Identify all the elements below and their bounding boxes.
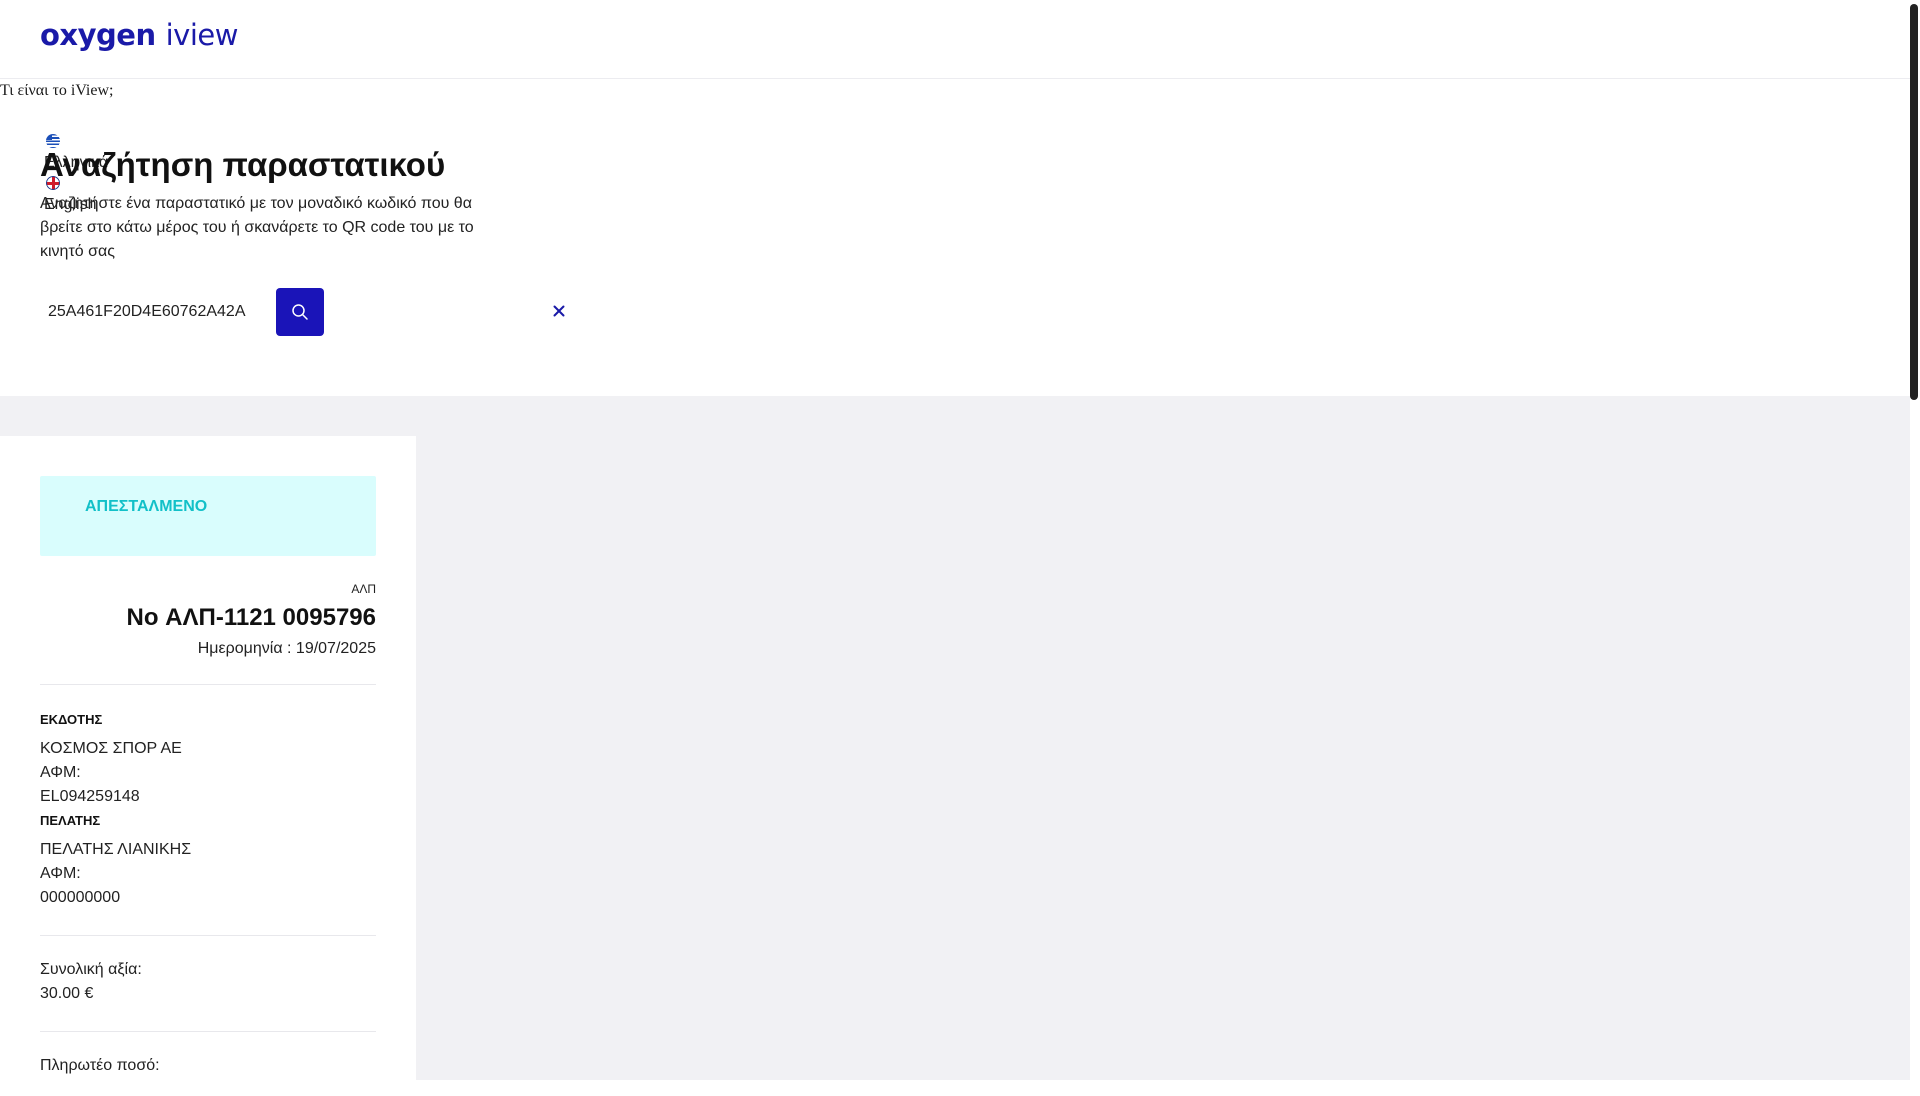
issuer-vat: EL094259148 <box>40 788 140 805</box>
divider <box>40 935 376 936</box>
customer-name: ΠΕΛΑΤΗΣ ΛΙΑΝΙΚΗΣ <box>40 841 192 858</box>
search-description: Αναζητήστε ένα παραστατικό με τον μοναδι… <box>40 195 474 260</box>
top-header: oxygen iview <box>0 0 1910 79</box>
search-icon <box>292 304 308 320</box>
oxygen-iview-logo[interactable]: oxygen iview <box>40 18 238 58</box>
status-text: ΑΠΕΣΤΑΛΜΕΝΟ <box>85 498 208 515</box>
logo-word-iview: iview <box>165 18 239 52</box>
total-value: 30.00 € <box>40 985 94 1002</box>
customer-label: ΠΕΛΑΤΗΣ <box>40 813 101 828</box>
clear-search-button[interactable] <box>548 300 570 322</box>
customer-vat: 000000000 <box>40 889 121 906</box>
issuer-name: ΚΟΣΜΟΣ ΣΠΟΡ ΑΕ <box>40 740 182 757</box>
divider <box>40 684 376 685</box>
total-label: Συνολική αξία: <box>40 961 142 978</box>
what-is-iview-link[interactable]: Τι είναι το iView; <box>0 82 113 100</box>
document-type: ΑΛΠ <box>351 582 376 596</box>
document-date: Ημερομηνία : 19/07/2025 <box>197 640 376 657</box>
issuer-vat-label: ΑΦΜ: <box>40 764 81 781</box>
search-button[interactable] <box>276 288 324 336</box>
scrollbar-thumb[interactable] <box>1910 4 1918 400</box>
customer-vat-label: ΑΦΜ: <box>40 865 81 882</box>
document-code-input[interactable] <box>40 288 270 336</box>
payable-label: Πληρωτέο ποσό: <box>40 1057 160 1074</box>
document-card: ΑΠΕΣΤΑΛΜΕΝΟ ΑΛΠ No ΑΛΠ-1121 0095796 Ημερ… <box>0 436 416 1096</box>
status-badge: ΑΠΕΣΤΑΛΜΕΝΟ <box>40 476 376 556</box>
logo-word-oxygen: oxygen <box>40 18 156 52</box>
close-icon <box>553 305 565 317</box>
page-scrollbar[interactable] <box>1910 0 1918 1080</box>
page-title: Αναζήτηση παραστατικού <box>40 146 446 183</box>
issuer-label: ΕΚΔΟΤΗΣ <box>40 712 103 727</box>
divider <box>40 1031 376 1032</box>
document-number: No ΑΛΠ-1121 0095796 <box>126 604 377 631</box>
